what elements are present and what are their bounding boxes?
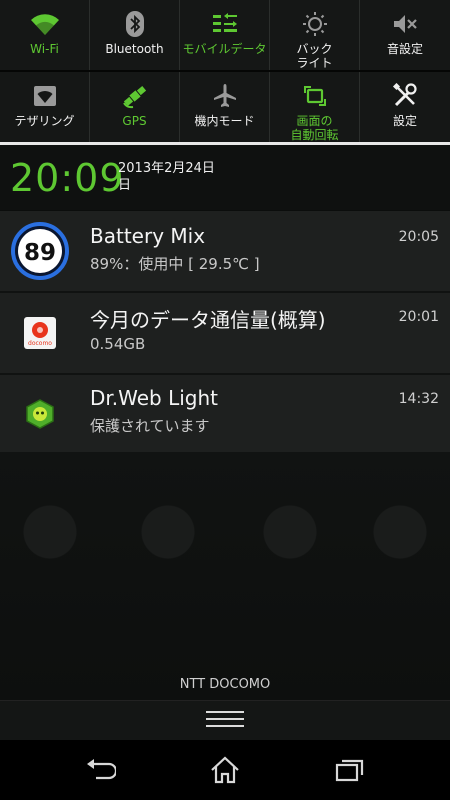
notification-time: 20:01: [398, 309, 439, 325]
wifi-icon: [30, 6, 60, 42]
drag-handle-icon[interactable]: [206, 711, 244, 732]
auto-rotate-icon: [301, 78, 329, 114]
clock-date: 2013年2月24日 日: [118, 160, 238, 194]
qs-tile-gps[interactable]: GPS: [90, 72, 180, 142]
quick-settings-row-1: Wi-Fi Bluetooth モバイルデータ バック ライト 音設定: [0, 0, 450, 70]
backlight-icon: [302, 6, 328, 42]
mobile-data-icon: [212, 6, 238, 42]
quick-settings-row-2: テザリング GPS 機内モード 画面の 自動回転 設定: [0, 72, 450, 142]
qs-tile-sound[interactable]: 音設定: [360, 0, 450, 70]
notification-title: Battery Mix: [90, 224, 206, 248]
qs-tile-airplane[interactable]: 機内モード: [180, 72, 270, 142]
airplane-icon: [212, 78, 238, 114]
back-icon[interactable]: [80, 752, 120, 788]
qs-label-wifi: Wi-Fi: [30, 42, 59, 56]
qs-tile-tethering[interactable]: テザリング: [0, 72, 90, 142]
battery-mix-badge: 89: [24, 240, 56, 266]
qs-label-bluetooth: Bluetooth: [105, 42, 164, 56]
home-wallpaper: [0, 452, 450, 700]
notification-subtitle: 保護されています: [90, 417, 210, 435]
qs-tile-mobile-data[interactable]: モバイルデータ: [180, 0, 270, 70]
qs-tile-wifi[interactable]: Wi-Fi: [0, 0, 90, 70]
qs-tile-auto-rotate[interactable]: 画面の 自動回転: [270, 72, 360, 142]
qs-label-auto-rotate: 画面の 自動回転: [290, 114, 339, 142]
home-icon[interactable]: [205, 752, 245, 788]
bluetooth-icon: [125, 6, 145, 42]
carrier-label: NTT DOCOMO: [179, 677, 271, 692]
recent-apps-icon[interactable]: [330, 752, 370, 788]
notification-subtitle: 0.54GB: [90, 335, 146, 353]
battery-mix-icon: 89: [0, 211, 80, 291]
clock-date-text: 2013年2月24日 日: [118, 161, 215, 193]
notification-title: Dr.Web Light: [90, 386, 219, 410]
quick-settings-panel: Wi-Fi Bluetooth モバイルデータ バック ライト 音設定 テザリン…: [0, 0, 450, 145]
notification-battery-mix[interactable]: 89 Battery Mix 89%：使用中 [ 29.5℃ ] 20:05: [0, 211, 450, 291]
qs-tile-backlight[interactable]: バック ライト: [270, 0, 360, 70]
docomo-icon: docomo: [0, 293, 80, 373]
qs-label-gps: GPS: [122, 114, 147, 128]
tethering-icon: [32, 78, 58, 114]
notification-drweb[interactable]: Dr.Web Light 保護されています 14:32: [0, 375, 450, 452]
notification-subtitle: 89%：使用中 [ 29.5℃ ]: [90, 255, 260, 273]
qs-tile-bluetooth[interactable]: Bluetooth: [90, 0, 180, 70]
qs-label-tethering: テザリング: [14, 114, 75, 128]
qs-label-sound: 音設定: [386, 42, 423, 56]
settings-icon: [392, 78, 418, 114]
notification-title: 今月のデータ通信量(概算): [90, 308, 326, 332]
qs-label-airplane: 機内モード: [194, 114, 255, 128]
notification-time: 20:05: [398, 229, 439, 245]
qs-label-backlight: バック ライト: [296, 42, 333, 70]
docomo-logo-text: docomo: [28, 340, 52, 347]
sound-icon: [392, 6, 418, 42]
qs-label-settings: 設定: [392, 114, 417, 128]
drweb-icon: [0, 375, 80, 452]
qs-tile-settings[interactable]: 設定: [360, 72, 450, 142]
notification-data-usage[interactable]: docomo 今月のデータ通信量(概算) 0.54GB 20:01: [0, 293, 450, 373]
qs-label-mobile-data: モバイルデータ: [182, 42, 267, 56]
notification-time: 14:32: [398, 391, 439, 407]
gps-icon: [121, 78, 149, 114]
clock-time: 20:09: [10, 156, 125, 200]
